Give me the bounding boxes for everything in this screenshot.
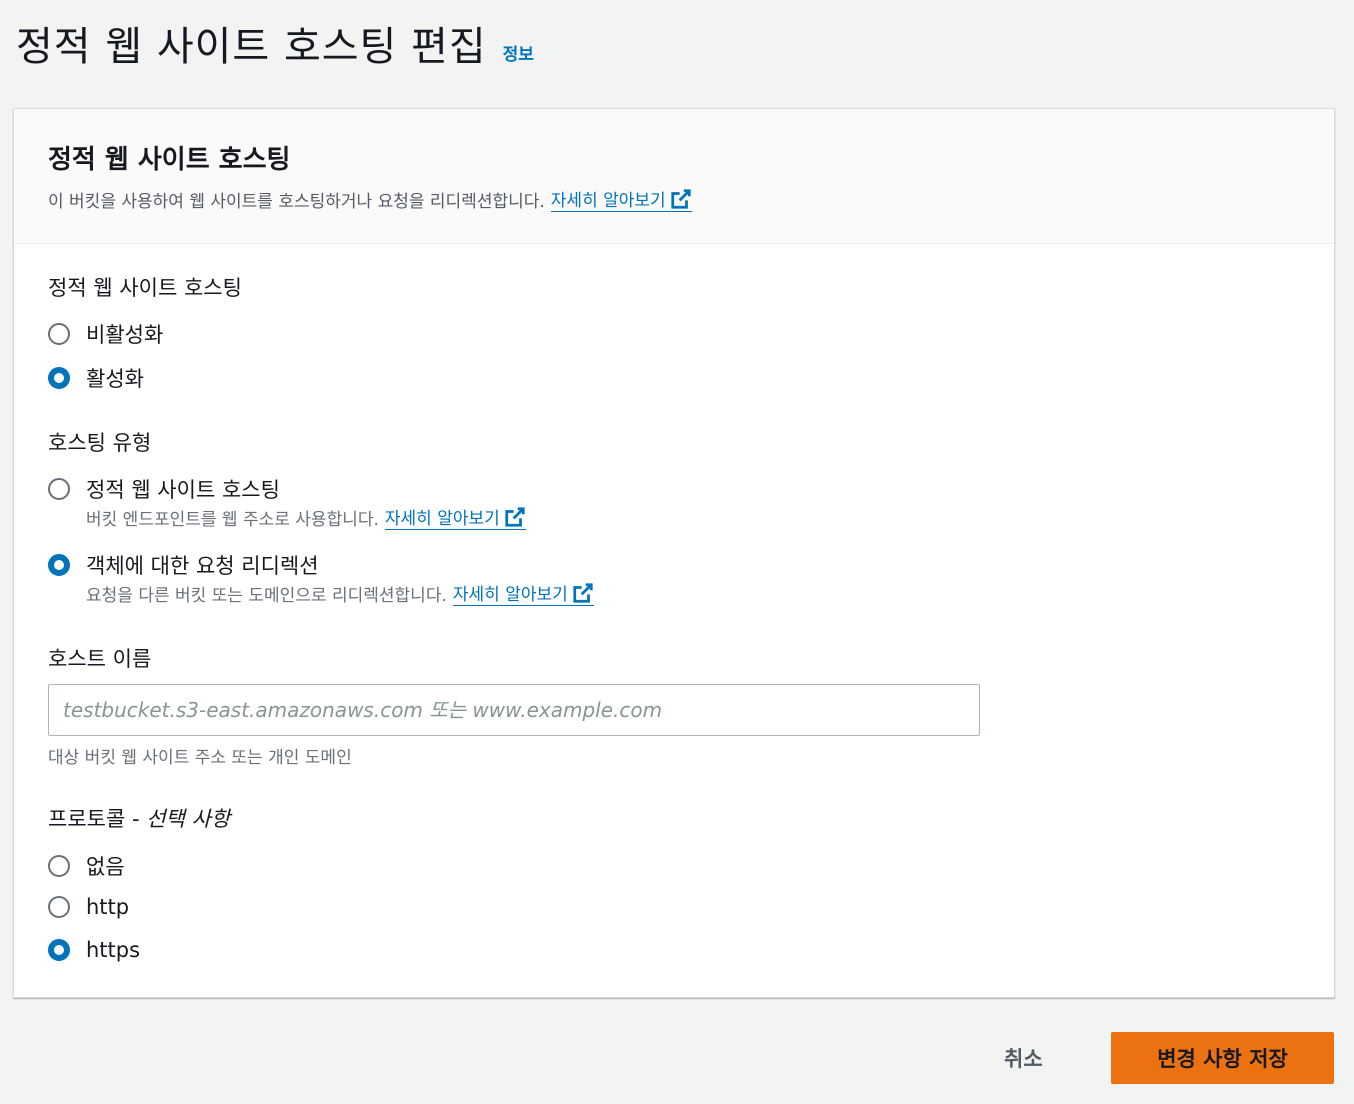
learn-more-label: 자세히 알아보기 — [384, 509, 500, 529]
learn-more-label: 자세히 알아보기 — [550, 191, 666, 211]
radio-button[interactable] — [48, 855, 70, 877]
learn-more-label: 자세히 알아보기 — [452, 585, 568, 605]
redirect-learn-more-link[interactable]: 자세히 알아보기 — [452, 580, 594, 606]
panel-header: 정적 웹 사이트 호스팅 이 버킷을 사용하여 웹 사이트를 호스팅하거나 요청… — [14, 109, 1334, 244]
external-link-icon — [671, 188, 691, 209]
cancel-button[interactable]: 취소 — [1004, 1040, 1043, 1076]
panel-description-text: 이 버킷을 사용하여 웹 사이트를 호스팅하거나 요청을 리디렉션합니다. — [48, 191, 545, 212]
save-changes-button[interactable]: 변경 사항 저장 — [1111, 1032, 1334, 1084]
radio-protocol-https[interactable]: https — [48, 938, 140, 962]
radio-button[interactable] — [48, 896, 70, 918]
radio-description: 버킷 엔드포인트를 웹 주소로 사용합니다. 자세히 알아보기 — [86, 504, 526, 530]
hosting-type-label: 호스팅 유형 — [48, 431, 152, 455]
page-title: 정적 웹 사이트 호스팅 편집 — [16, 24, 487, 70]
radio-protocol-http[interactable]: http — [48, 895, 129, 919]
protocol-label-text: 프로토콜 - — [48, 807, 147, 831]
radio-button-selected[interactable] — [48, 554, 70, 576]
radio-description: 요청을 다른 버킷 또는 도메인으로 리디렉션합니다. 자세히 알아보기 — [86, 580, 594, 606]
radio-description-text: 요청을 다른 버킷 또는 도메인으로 리디렉션합니다. — [86, 585, 447, 606]
panel-title: 정적 웹 사이트 호스팅 — [48, 145, 291, 175]
external-link-icon — [573, 582, 593, 603]
protocol-label: 프로토콜 - 선택 사항 — [48, 803, 230, 833]
host-name-label: 호스트 이름 — [48, 647, 152, 671]
radio-protocol-none[interactable]: 없음 — [48, 851, 125, 881]
radio-button[interactable] — [48, 323, 70, 345]
optional-label: 선택 사항 — [146, 807, 231, 831]
radio-button-selected[interactable] — [48, 367, 70, 389]
radio-description-text: 버킷 엔드포인트를 웹 주소로 사용합니다. — [86, 509, 379, 530]
hosting-label: 정적 웹 사이트 호스팅 — [48, 276, 242, 300]
page-header: 정적 웹 사이트 호스팅 편집 정보 — [16, 14, 534, 72]
radio-label: 객체에 대한 요청 리디렉션 — [86, 554, 319, 578]
radio-label: http — [86, 895, 130, 919]
radio-button-selected[interactable] — [48, 939, 70, 961]
radio-label: 활성화 — [86, 367, 144, 391]
radio-enable[interactable]: 활성화 — [48, 363, 144, 393]
host-name-constraint: 대상 버킷 웹 사이트 주소 또는 개인 도메인 — [48, 748, 352, 768]
radio-disable[interactable]: 비활성화 — [48, 319, 163, 349]
panel-learn-more-link[interactable]: 자세히 알아보기 — [550, 186, 692, 212]
panel-description: 이 버킷을 사용하여 웹 사이트를 호스팅하거나 요청을 리디렉션합니다. 자세… — [48, 186, 1300, 212]
host-name-input[interactable] — [48, 684, 980, 736]
static-website-hosting-panel: 정적 웹 사이트 호스팅 이 버킷을 사용하여 웹 사이트를 호스팅하거나 요청… — [13, 108, 1335, 998]
radio-redirect-requests[interactable]: 객체에 대한 요청 리디렉션 — [48, 550, 319, 580]
external-link-icon — [505, 506, 525, 527]
info-link[interactable]: 정보 — [503, 40, 534, 65]
radio-label: 정적 웹 사이트 호스팅 — [86, 478, 280, 502]
radio-button[interactable] — [48, 478, 70, 500]
radio-host-static-website[interactable]: 정적 웹 사이트 호스팅 — [48, 474, 280, 504]
radio-label: https — [86, 938, 141, 962]
radio-label: 비활성화 — [86, 323, 164, 347]
static-hosting-learn-more-link[interactable]: 자세히 알아보기 — [384, 504, 526, 530]
radio-label: 없음 — [86, 855, 125, 879]
